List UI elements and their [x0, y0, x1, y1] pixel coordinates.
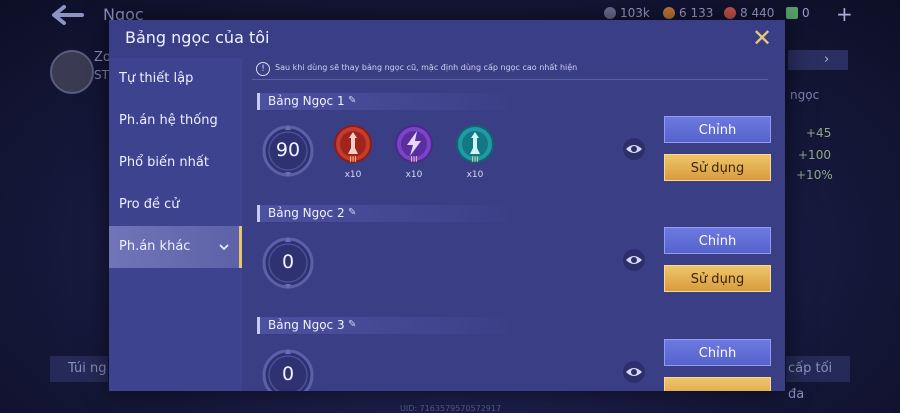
set-header: Bảng Ngọc 3 ✎ — [257, 317, 515, 334]
close-icon[interactable]: ✕ — [749, 25, 775, 51]
gem-count: x10 — [344, 170, 362, 180]
sidebar-item-system[interactable]: Ph.án hệ thống — [109, 100, 242, 142]
stat-value: +10% — [796, 168, 833, 182]
sidebar-item-other[interactable]: Ph.án khác — [109, 226, 242, 268]
eye-icon[interactable] — [623, 138, 645, 160]
ticket-icon — [786, 7, 798, 19]
pencil-icon[interactable]: ✎ — [348, 95, 356, 106]
resource-gems: 8 440 — [724, 6, 774, 20]
my-arcana-dialog: Bảng ngọc của tôi ✕ Tự thiết lập Ph.án h… — [109, 20, 785, 391]
right-panel-label: ngọc — [790, 88, 820, 102]
set-name: Bảng Ngọc 1 — [268, 94, 345, 108]
sidebar-item-pro[interactable]: Pro đề cử — [109, 184, 242, 226]
resource-tickets: 0 — [786, 6, 810, 20]
level-badge: 0 — [260, 347, 316, 391]
sidebar-item-custom[interactable]: Tự thiết lập — [109, 58, 242, 100]
sidebar: Tự thiết lập Ph.án hệ thống Phổ biến nhấ… — [109, 58, 242, 391]
set-header: Bảng Ngọc 2 ✎ — [257, 205, 515, 222]
use-button[interactable]: Sử dụng — [664, 154, 771, 181]
inventory-button[interactable]: Túi ng — [50, 356, 108, 382]
svg-text:III: III — [471, 155, 478, 164]
uid-label: UID: 7163579570572917 — [400, 404, 502, 413]
level-badge: 0 — [260, 235, 316, 291]
arcana-list[interactable]: ! Sau khi dùng sẽ thay bảng ngọc cũ, mặc… — [242, 58, 785, 391]
coin-icon — [604, 7, 616, 19]
eye-icon[interactable] — [623, 361, 645, 383]
chevron-right-icon[interactable]: › — [824, 52, 829, 67]
svg-text:III: III — [349, 155, 356, 164]
info-icon: ! — [256, 62, 270, 76]
use-button[interactable]: Sử dụng — [664, 265, 771, 292]
max-level-button[interactable]: cấp tối đa — [786, 356, 850, 402]
gem-count: x10 — [466, 170, 484, 180]
back-arrow-icon[interactable] — [50, 5, 86, 25]
resource-coins: 103k — [604, 6, 650, 20]
set-name: Bảng Ngọc 3 — [268, 318, 345, 332]
pencil-icon[interactable]: ✎ — [348, 207, 356, 218]
eye-icon[interactable] — [623, 249, 645, 271]
level-value: 0 — [281, 251, 295, 273]
notice-text: Sau khi dùng sẽ thay bảng ngọc cũ, mặc đ… — [275, 63, 578, 72]
arcana-set-3: Bảng Ngọc 3 ✎ 0 Chỉnh — [242, 317, 785, 391]
red-gem-icon[interactable]: III — [333, 124, 373, 164]
right-panel-header — [788, 50, 848, 70]
resource-vouchers: 6 133 — [663, 6, 713, 20]
use-button[interactable] — [664, 377, 771, 391]
set-header: Bảng Ngọc 1 ✎ — [257, 93, 515, 110]
gem-count: x10 — [405, 170, 423, 180]
gem-currency-icon — [724, 7, 736, 19]
chevron-down-icon — [219, 226, 229, 268]
edit-button[interactable]: Chỉnh — [664, 227, 771, 254]
arcana-set-2: Bảng Ngọc 2 ✎ 0 Chỉnh Sử dụng — [242, 205, 785, 313]
stat-value: +100 — [798, 148, 831, 162]
avatar — [50, 50, 94, 94]
level-value: 90 — [275, 139, 301, 161]
dialog-header: Bảng ngọc của tôi ✕ — [109, 20, 785, 59]
sidebar-item-popular[interactable]: Phổ biến nhất — [109, 142, 242, 184]
edit-button[interactable]: Chỉnh — [664, 116, 771, 143]
voucher-icon — [663, 7, 675, 19]
purple-gem-icon[interactable]: III — [394, 124, 434, 164]
player-subtitle: ST — [94, 68, 109, 82]
svg-text:III: III — [410, 155, 417, 164]
dialog-title: Bảng ngọc của tôi — [125, 28, 270, 47]
plus-icon[interactable]: + — [836, 2, 853, 26]
level-badge: 90 — [260, 123, 316, 179]
set-name: Bảng Ngọc 2 — [268, 206, 345, 220]
stat-value: +45 — [806, 126, 832, 140]
edit-button[interactable]: Chỉnh — [664, 339, 771, 366]
notice-bar: ! Sau khi dùng sẽ thay bảng ngọc cũ, mặc… — [252, 61, 768, 80]
level-value: 0 — [281, 363, 295, 385]
teal-gem-icon[interactable]: III — [455, 124, 495, 164]
pencil-icon[interactable]: ✎ — [348, 319, 356, 330]
arcana-set-1: Bảng Ngọc 1 ✎ 90 III x10 III x10 III x10… — [242, 93, 785, 201]
